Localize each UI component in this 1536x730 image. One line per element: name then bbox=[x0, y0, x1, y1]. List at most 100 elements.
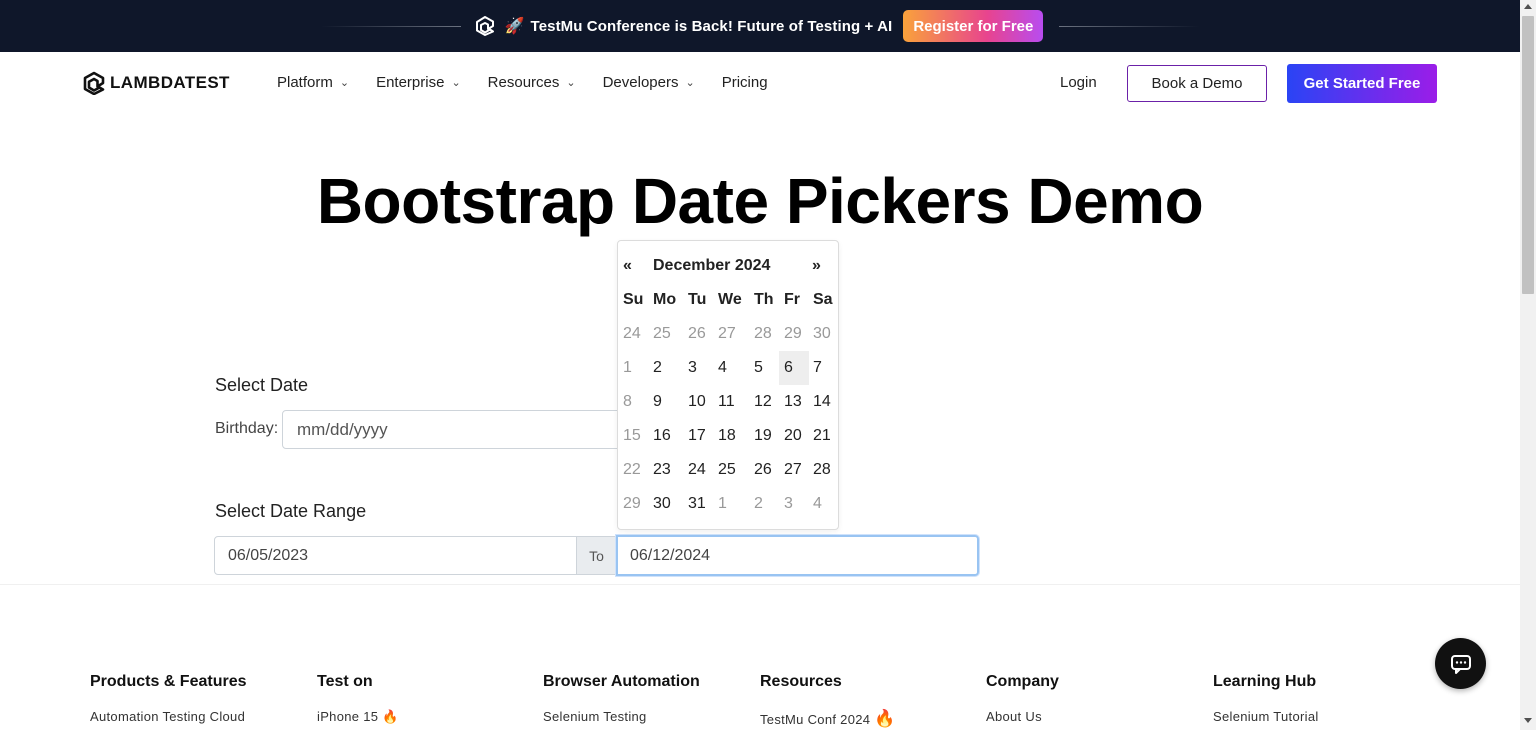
scrollbar-thumb[interactable] bbox=[1522, 16, 1534, 294]
footer-link-testmu-conf[interactable]: TestMu Conf 2024 🔥 bbox=[760, 709, 896, 729]
rocket-icon: 🚀 bbox=[504, 18, 525, 35]
datepicker-day[interactable]: 30 bbox=[653, 487, 671, 521]
footer-link-iphone-15[interactable]: iPhone 15 🔥 bbox=[317, 709, 399, 725]
datepicker-popup: « December 2024 » Su Mo Tu We Th Fr Sa 24 25 26 2… bbox=[617, 240, 839, 530]
datepicker-weekday-we: We bbox=[718, 291, 742, 308]
chevron-down-icon: ⌄ bbox=[339, 77, 350, 89]
datepicker-day[interactable]: 11 bbox=[718, 385, 735, 419]
footer-link-selenium-testing[interactable]: Selenium Testing bbox=[543, 709, 647, 724]
datepicker-day[interactable]: 21 bbox=[813, 419, 831, 453]
datepicker-day[interactable]: 17 bbox=[688, 419, 706, 453]
footer-heading-products: Products & Features bbox=[90, 673, 247, 690]
datepicker-day[interactable]: 19 bbox=[754, 419, 772, 453]
datepicker-day[interactable]: 29 bbox=[784, 317, 802, 351]
footer-link-about-us[interactable]: About Us bbox=[986, 709, 1042, 724]
datepicker-day[interactable]: 13 bbox=[784, 385, 802, 419]
datepicker-day[interactable]: 3 bbox=[784, 487, 793, 521]
datepicker-day[interactable]: 24 bbox=[688, 453, 706, 487]
datepicker-day[interactable]: 28 bbox=[754, 317, 772, 351]
nav-item-label: Platform bbox=[277, 74, 333, 91]
datepicker-weekday-th: Th bbox=[754, 291, 774, 308]
datepicker-day[interactable]: 23 bbox=[653, 453, 671, 487]
nav-item-platform[interactable]: Platform ⌄ bbox=[277, 74, 349, 91]
select-date-heading: Select Date bbox=[215, 375, 309, 395]
register-button[interactable]: Register for Free bbox=[903, 10, 1044, 42]
datepicker-weekday-mo: Mo bbox=[653, 291, 677, 308]
datepicker-day[interactable]: 16 bbox=[653, 419, 671, 453]
datepicker-day[interactable]: 9 bbox=[653, 385, 662, 419]
fire-icon: 🔥 bbox=[382, 709, 399, 724]
footer-heading-test-on: Test on bbox=[317, 673, 373, 690]
chat-widget-button[interactable] bbox=[1435, 638, 1486, 689]
datepicker-day[interactable]: 24 bbox=[623, 317, 641, 351]
scroll-down-arrow-icon[interactable] bbox=[1524, 718, 1532, 723]
datepicker-day[interactable]: 29 bbox=[623, 487, 641, 521]
datepicker-day[interactable]: 14 bbox=[813, 385, 831, 419]
brand-logo[interactable]: LAMBDATEST bbox=[82, 71, 230, 95]
fire-icon: 🔥 bbox=[874, 709, 896, 728]
footer-heading-resources: Resources bbox=[760, 673, 842, 690]
datepicker-day[interactable]: 3 bbox=[688, 351, 697, 385]
nav-item-developers[interactable]: Developers ⌄ bbox=[603, 74, 695, 91]
nav-item-pricing[interactable]: Pricing bbox=[722, 74, 768, 91]
datepicker-day[interactable]: 7 bbox=[813, 351, 822, 385]
range-to-addon: To bbox=[576, 536, 617, 575]
datepicker-day[interactable]: 2 bbox=[754, 487, 763, 521]
datepicker-weekday-su: Su bbox=[623, 291, 644, 308]
datepicker-day[interactable]: 22 bbox=[623, 453, 641, 487]
login-link[interactable]: Login bbox=[1060, 74, 1097, 91]
birthday-input[interactable]: mm/dd/yyyy bbox=[282, 410, 622, 449]
range-start-input[interactable]: 06/05/2023 bbox=[214, 536, 577, 575]
nav-item-label: Developers bbox=[602, 74, 679, 91]
chevron-down-icon: ⌄ bbox=[451, 77, 461, 89]
datepicker-day[interactable]: 1 bbox=[718, 487, 727, 521]
nav-item-label: Enterprise bbox=[376, 74, 445, 91]
book-demo-button[interactable]: Book a Demo bbox=[1127, 65, 1267, 102]
announcement-bar: 🚀 TestMu Conference is Back! Future of T… bbox=[0, 0, 1520, 52]
announcement-text: TestMu Conference is Back! Future of Tes… bbox=[530, 17, 893, 35]
scroll-up-arrow-icon[interactable] bbox=[1524, 4, 1532, 9]
datepicker-day[interactable]: 5 bbox=[754, 351, 763, 385]
nav-item-label: Pricing bbox=[721, 74, 768, 91]
page: 🚀 TestMu Conference is Back! Future of T… bbox=[0, 0, 1536, 730]
datepicker-day[interactable]: 27 bbox=[784, 453, 802, 487]
datepicker-day[interactable]: 4 bbox=[813, 487, 822, 521]
datepicker-day[interactable]: 31 bbox=[688, 487, 706, 521]
datepicker-day[interactable]: 15 bbox=[623, 419, 641, 453]
datepicker-day[interactable]: 10 bbox=[688, 385, 706, 419]
get-started-button[interactable]: Get Started Free bbox=[1287, 64, 1437, 103]
footer-link-selenium-tutorial[interactable]: Selenium Tutorial bbox=[1213, 709, 1319, 724]
datepicker-next-button[interactable]: » bbox=[812, 257, 821, 275]
footer-link-label: iPhone 15 bbox=[317, 709, 379, 724]
datepicker-day[interactable]: 2 bbox=[653, 351, 662, 385]
range-end-input[interactable]: 06/12/2024 bbox=[616, 535, 979, 576]
datepicker-day[interactable]: 28 bbox=[813, 453, 831, 487]
page-title: Bootstrap Date Pickers Demo bbox=[316, 165, 1204, 237]
datepicker-day[interactable]: 18 bbox=[718, 419, 736, 453]
footer-link-label: TestMu Conf 2024 bbox=[760, 712, 871, 727]
datepicker-prev-button[interactable]: « bbox=[623, 257, 632, 275]
datepicker-day[interactable]: 30 bbox=[813, 317, 831, 351]
datepicker-day[interactable]: 4 bbox=[718, 351, 727, 385]
datepicker-day[interactable]: 27 bbox=[718, 317, 736, 351]
nav-item-enterprise[interactable]: Enterprise ⌄ bbox=[376, 74, 461, 91]
datepicker-day[interactable]: 8 bbox=[623, 385, 632, 419]
datepicker-month-title[interactable]: December 2024 bbox=[653, 257, 770, 275]
datepicker-day[interactable]: 26 bbox=[754, 453, 772, 487]
datepicker-day[interactable]: 26 bbox=[688, 317, 706, 351]
brand-name: LAMBDATEST bbox=[110, 73, 230, 92]
datepicker-weekday-fr: Fr bbox=[784, 291, 800, 308]
datepicker-day[interactable]: 12 bbox=[754, 385, 772, 419]
datepicker-day[interactable]: 6 bbox=[779, 351, 809, 385]
birthday-label: Birthday: bbox=[215, 420, 279, 437]
main-nav: Platform ⌄ Enterprise ⌄ Resources ⌄ Deve… bbox=[277, 74, 795, 91]
datepicker-day[interactable]: 1 bbox=[623, 351, 632, 385]
datepicker-day[interactable]: 25 bbox=[718, 453, 736, 487]
announcement-divider-left bbox=[320, 25, 461, 27]
datepicker-day[interactable]: 20 bbox=[784, 419, 802, 453]
datepicker-day[interactable]: 25 bbox=[653, 317, 671, 351]
nav-item-resources[interactable]: Resources ⌄ bbox=[488, 74, 576, 91]
footer-link-automation-testing-cloud[interactable]: Automation Testing Cloud bbox=[90, 709, 245, 724]
nav-item-label: Resources bbox=[487, 74, 560, 91]
section-divider bbox=[0, 584, 1520, 585]
